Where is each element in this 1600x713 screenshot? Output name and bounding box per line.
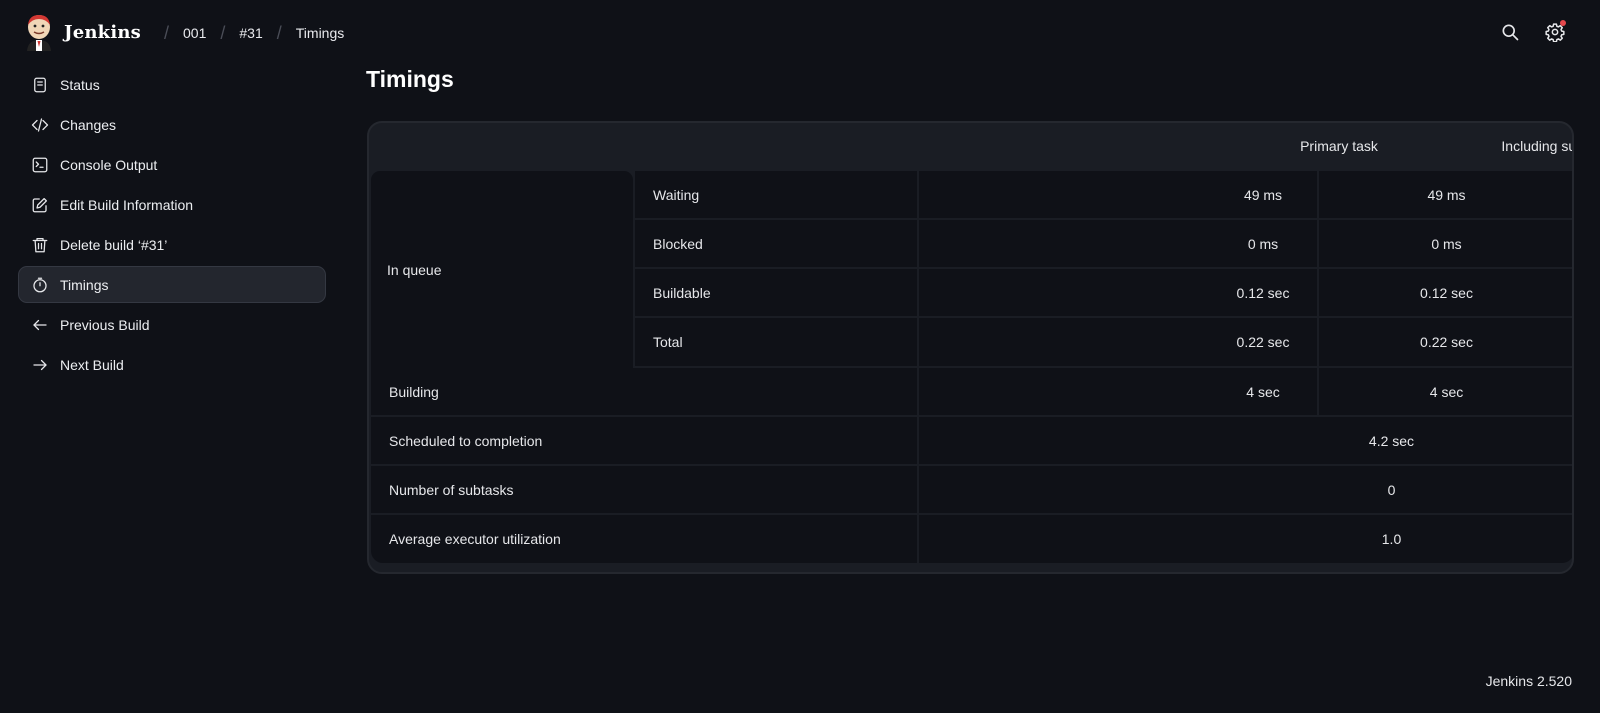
sidebar-item-label: Status (60, 76, 100, 93)
in-queue-label: In queue (371, 171, 633, 368)
notification-dot (1560, 20, 1566, 26)
edit-icon (30, 195, 49, 214)
breadcrumb-job[interactable]: 001 (183, 25, 206, 41)
sidebar-item-label: Console Output (60, 156, 158, 173)
sidebar-item-console-output[interactable]: Console Output (18, 146, 326, 183)
cell-blocked-primary: 0 ms (919, 220, 1317, 267)
search-button[interactable] (1498, 20, 1522, 44)
row-label-building: Building (371, 368, 917, 415)
breadcrumb-current: Timings (295, 25, 345, 41)
brand-name: Jenkins (64, 21, 141, 43)
sidebar: Status Changes Console Output Edit Build… (18, 66, 326, 386)
column-header-including-subtasks: Including subtasks (1501, 138, 1572, 154)
column-header-primary-task: Primary task (1300, 138, 1378, 154)
sidebar-item-label: Next Build (60, 356, 124, 373)
row-label-total: Total (635, 318, 917, 366)
timings-table: Primary task Including subtasks In queue… (367, 121, 1574, 574)
sidebar-item-label: Edit Build Information (60, 196, 194, 213)
row-label-average-executor-utilization: Average executor utilization (371, 515, 917, 563)
sidebar-item-previous-build[interactable]: Previous Build (18, 306, 326, 343)
breadcrumb: / 001 / #31 / Timings (150, 22, 344, 44)
table-header: Primary task Including subtasks (369, 123, 1572, 171)
cell-blocked-including: 0 ms (1319, 220, 1572, 267)
row-label-scheduled-to-completion: Scheduled to completion (371, 417, 917, 464)
cell-waiting-primary: 49 ms (919, 171, 1317, 218)
sidebar-item-status[interactable]: Status (18, 66, 326, 103)
row-label-waiting: Waiting (635, 171, 917, 218)
sidebar-item-delete-build[interactable]: Delete build ‘#31’ (18, 226, 326, 263)
sidebar-item-timings[interactable]: Timings (18, 266, 326, 303)
sidebar-item-next-build[interactable]: Next Build (18, 346, 326, 383)
cell-total-including: 0.22 sec (1319, 318, 1572, 366)
trash-icon (30, 235, 49, 254)
timer-icon (30, 275, 49, 294)
row-label-blocked: Blocked (635, 220, 917, 267)
cell-buildable-including: 0.12 sec (1319, 269, 1572, 316)
search-icon (1502, 24, 1519, 41)
jenkins-logo-icon (27, 15, 51, 51)
cell-buildable-primary: 0.12 sec (919, 269, 1317, 316)
top-bar: Jenkins / 001 / #31 / Timings (0, 0, 1600, 66)
cell-building-primary: 4 sec (919, 368, 1317, 415)
cell-building-including: 4 sec (1319, 368, 1572, 415)
terminal-icon (30, 155, 49, 174)
breadcrumb-separator: / (164, 22, 170, 43)
jenkins-home-link[interactable]: Jenkins (24, 13, 141, 51)
cell-number-of-subtasks: 0 (919, 466, 1572, 513)
arrow-left-icon (30, 315, 49, 334)
breadcrumb-separator: / (220, 22, 226, 43)
cell-scheduled-to-completion: 4.2 sec (919, 417, 1572, 464)
arrow-right-icon (30, 355, 49, 374)
sidebar-item-changes[interactable]: Changes (18, 106, 326, 143)
cell-average-executor-utilization: 1.0 (919, 515, 1572, 563)
jenkins-version-link[interactable]: Jenkins 2.520 (1486, 673, 1572, 689)
page-title: Timings (366, 66, 454, 92)
row-label-number-of-subtasks: Number of subtasks (371, 466, 917, 513)
sidebar-item-label: Timings (60, 276, 109, 293)
sidebar-item-label: Changes (60, 116, 117, 133)
cell-waiting-including: 49 ms (1319, 171, 1572, 218)
sidebar-item-edit-build-information[interactable]: Edit Build Information (18, 186, 326, 223)
status-icon (30, 75, 49, 94)
breadcrumb-build[interactable]: #31 (239, 25, 262, 41)
breadcrumb-separator: / (276, 22, 282, 43)
row-label-buildable: Buildable (635, 269, 917, 316)
cell-total-primary: 0.22 sec (919, 318, 1317, 366)
sidebar-item-label: Delete build ‘#31’ (60, 236, 168, 253)
settings-button[interactable] (1543, 20, 1567, 44)
code-icon (30, 115, 49, 134)
sidebar-item-label: Previous Build (60, 316, 150, 333)
